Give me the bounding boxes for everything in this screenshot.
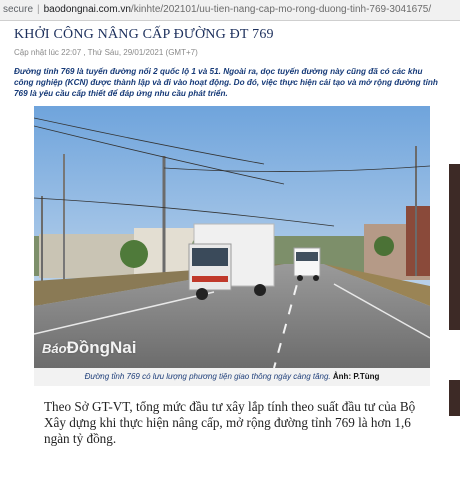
article-body-paragraph: Theo Sở GT-VT, tổng mức đầu tư xây lắp t… xyxy=(44,399,416,446)
security-label[interactable]: secure xyxy=(0,4,33,15)
photo-credit: Ảnh: P.Tùng xyxy=(332,372,380,381)
side-edge-image-lower xyxy=(449,380,460,416)
article-timestamp: Cập nhật lúc 22:07 , Thứ Sáu, 29/01/2021… xyxy=(14,48,198,57)
article-photo: BáoĐồngNai xyxy=(34,106,430,368)
caption-text: Đường tỉnh 769 có lưu lượng phương tiện … xyxy=(84,372,331,381)
address-separator: | xyxy=(37,4,40,15)
watermark-logo: BáoĐồngNai xyxy=(42,338,137,357)
browser-address-bar[interactable]: secure | baodongnai.com.vn/kinhte/202101/u… xyxy=(0,0,460,21)
url-domain[interactable]: baodongnai.com.vn xyxy=(44,4,131,15)
url-path[interactable]: /kinhte/202101/uu-tien-nang-cap-mo-rong-… xyxy=(131,4,431,15)
article-sapo: Đường tỉnh 769 là tuyến đường nối 2 quốc… xyxy=(14,67,438,98)
road-photo-illustration xyxy=(34,106,430,368)
side-edge-image xyxy=(449,164,460,330)
article-title: KHỞI CÔNG NÂNG CẤP ĐƯỜNG ĐT 769 xyxy=(14,27,274,42)
photo-caption: Đường tỉnh 769 có lưu lượng phương tiện … xyxy=(34,368,430,386)
